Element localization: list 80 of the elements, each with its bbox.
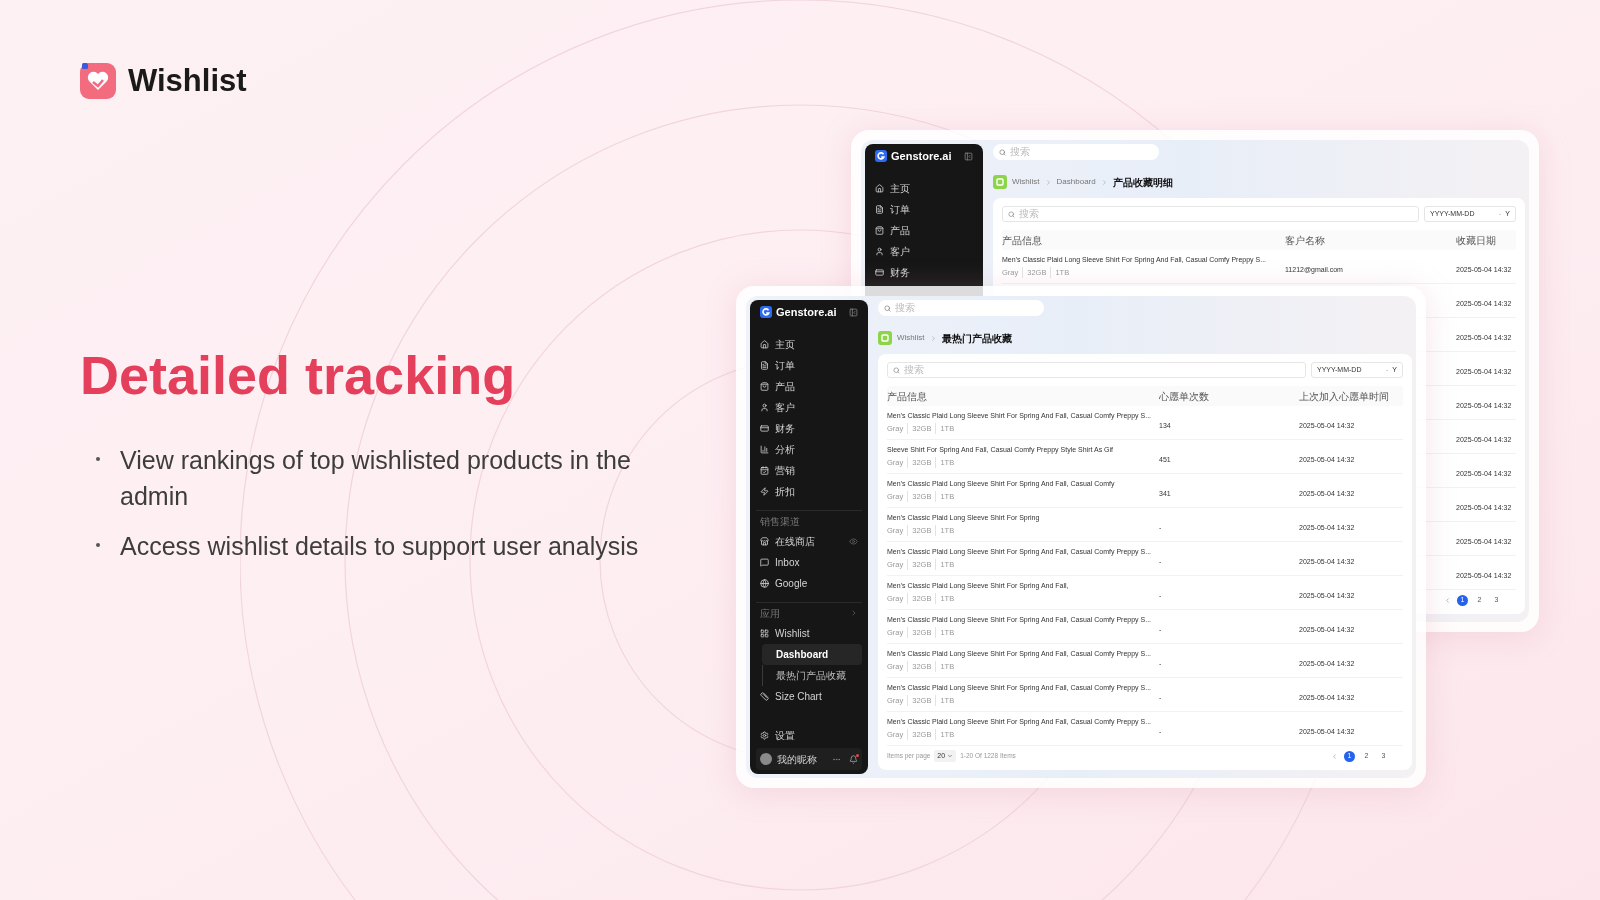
- breadcrumb-link[interactable]: Wishlist: [897, 332, 925, 344]
- settings-item[interactable]: 设置: [756, 725, 862, 746]
- bullet-icon: [96, 543, 100, 547]
- nav-subitem[interactable]: Dashboard: [762, 644, 862, 665]
- nav-item[interactable]: 折扣: [756, 481, 862, 502]
- search-icon: [1008, 210, 1015, 218]
- nav-item[interactable]: Inbox: [756, 552, 862, 573]
- search-icon: [999, 148, 1006, 156]
- page-title: 产品收藏明细: [1112, 175, 1173, 190]
- section-label: 销售渠道: [760, 514, 800, 529]
- store-icon: [760, 537, 769, 546]
- column-header: 产品信息: [887, 389, 928, 404]
- collapse-icon[interactable]: [964, 151, 973, 161]
- settings-icon: [760, 731, 769, 740]
- chevron-icon: [1044, 178, 1052, 186]
- nav-item[interactable]: 订单: [871, 199, 977, 220]
- globe-icon: [760, 579, 769, 588]
- column-header: 上次加入心愿单时间: [1299, 389, 1390, 404]
- nav-item[interactable]: Google: [756, 573, 862, 594]
- chevron-icon: [929, 334, 937, 342]
- nav-item[interactable]: 客户: [756, 397, 862, 418]
- nav-item[interactable]: Wishlist: [756, 623, 862, 644]
- chevron-icon[interactable]: [850, 609, 858, 617]
- notification-bell[interactable]: [849, 754, 858, 764]
- nav-item[interactable]: 订单: [756, 355, 862, 376]
- app-icon: [993, 175, 1007, 189]
- bolt-icon: [760, 487, 769, 496]
- chevron-icon: [1100, 178, 1108, 186]
- search-icon: [884, 304, 891, 312]
- column-header: 产品信息: [1002, 233, 1043, 248]
- nav-item[interactable]: 财务: [756, 418, 862, 439]
- nav-item[interactable]: 主页: [756, 334, 862, 355]
- bag-icon: [760, 382, 769, 391]
- app-icon: [878, 331, 892, 345]
- nav-item[interactable]: 在线商店: [756, 531, 862, 552]
- home-icon: [760, 340, 769, 349]
- bag-icon: [875, 226, 884, 235]
- nav-item[interactable]: 产品: [756, 376, 862, 397]
- calendar-icon: [760, 466, 769, 475]
- column-header: 心愿单次数: [1159, 389, 1210, 404]
- logo-icon: [875, 150, 887, 162]
- user-icon: [875, 247, 884, 256]
- card-icon: [875, 268, 884, 277]
- nav-item[interactable]: 产品: [871, 220, 977, 241]
- eye-icon[interactable]: [849, 537, 858, 546]
- user-icon: [760, 403, 769, 412]
- breadcrumb-link[interactable]: Wishlist: [1012, 176, 1040, 188]
- ruler-icon: [760, 692, 769, 701]
- card-icon: [760, 424, 769, 433]
- column-header: 客户名称: [1285, 233, 1326, 248]
- nav-item[interactable]: 营销: [756, 460, 862, 481]
- bar-chart-icon: [760, 445, 769, 454]
- bullet-icon: [96, 457, 100, 461]
- breadcrumb-link[interactable]: Dashboard: [1056, 176, 1096, 188]
- grid-icon: [760, 629, 769, 638]
- section-label: 应用: [760, 606, 780, 621]
- collapse-icon[interactable]: [849, 307, 858, 317]
- chat-icon: [760, 558, 769, 567]
- brand-name: Wishlist: [128, 62, 247, 100]
- document-icon: [760, 361, 769, 370]
- nav-item[interactable]: 财务: [871, 262, 977, 283]
- page-title: 最热门产品收藏: [941, 331, 1012, 346]
- document-icon: [875, 205, 884, 214]
- nav-item[interactable]: 分析: [756, 439, 862, 460]
- search-icon: [893, 366, 900, 374]
- caret-icon: [947, 753, 954, 759]
- home-icon: [875, 184, 884, 193]
- logo-text: Genstore.ai: [891, 148, 952, 164]
- column-header: 收藏日期: [1456, 233, 1497, 248]
- logo-icon: [760, 306, 772, 318]
- nav-item[interactable]: 主页: [871, 178, 977, 199]
- nav-subitem[interactable]: 最热门产品收藏: [762, 665, 862, 686]
- user-name: 我的昵称: [777, 752, 817, 767]
- avatar[interactable]: [760, 753, 772, 765]
- nav-item[interactable]: Size Chart: [756, 686, 862, 707]
- bullet-text: Access wishlist details to support user analysis: [120, 531, 640, 562]
- logo-text: Genstore.ai: [776, 304, 837, 320]
- bullet-text: View rankings of top wishlisted products in the admin: [120, 445, 632, 512]
- heart-logo-icon: [80, 63, 116, 100]
- nav-item[interactable]: 客户: [871, 241, 977, 262]
